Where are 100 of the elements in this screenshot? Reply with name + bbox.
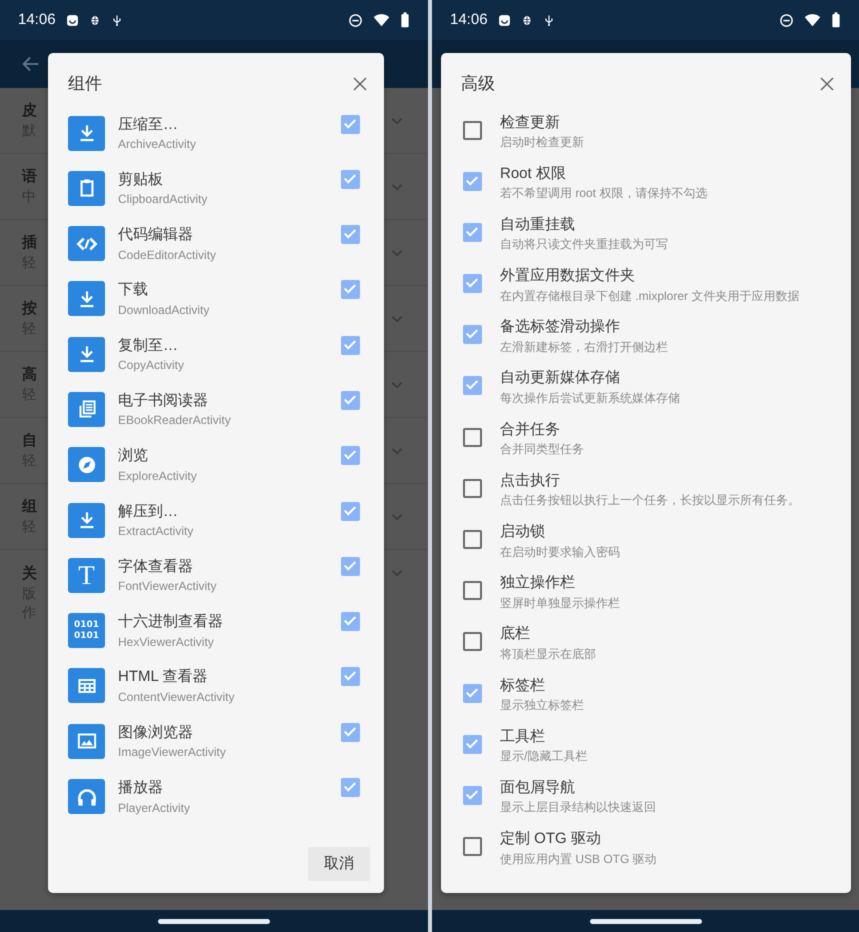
- item-subtitle: 启动时检查更新: [500, 135, 585, 151]
- headphones-icon: [68, 779, 105, 814]
- cancel-button[interactable]: 取消: [308, 846, 370, 881]
- item-title: 底栏: [500, 624, 531, 644]
- bug-icon: [520, 14, 533, 26]
- item-subtitle: 点击任务按钮以执行上一个任务，长按以显示所有任务。: [500, 493, 801, 509]
- home-indicator[interactable]: [590, 918, 702, 924]
- item-subtitle: ExtractActivity: [118, 524, 194, 540]
- setting-title: 自: [22, 430, 37, 451]
- checkbox[interactable]: [341, 446, 360, 466]
- close-button[interactable]: [352, 76, 368, 92]
- checkbox[interactable]: [463, 478, 482, 498]
- item-title: 自动重挂载: [500, 214, 576, 234]
- wifi-icon: [804, 13, 821, 27]
- checkbox[interactable]: [341, 556, 360, 576]
- item-title: 点击执行: [500, 470, 561, 490]
- checkbox[interactable]: [341, 502, 360, 521]
- checkbox[interactable]: [463, 786, 482, 805]
- checkbox[interactable]: [463, 172, 482, 191]
- item-title: HTML 查看器: [118, 667, 208, 687]
- checkbox[interactable]: [341, 114, 360, 134]
- item-title: 合并任务: [500, 420, 561, 440]
- bug-icon: [88, 14, 101, 26]
- item-subtitle: 在启动时要求输入密码: [500, 544, 621, 560]
- item-subtitle: ClipboardActivity: [118, 192, 208, 208]
- item-title: 十六进制查看器: [118, 612, 224, 632]
- item-title: 字体查看器: [118, 556, 194, 576]
- close-button[interactable]: [819, 76, 835, 92]
- checkbox[interactable]: [341, 390, 360, 410]
- checkbox[interactable]: [341, 170, 360, 189]
- item-subtitle: ArchiveActivity: [118, 137, 198, 153]
- item-subtitle: FontViewerActivity: [118, 579, 218, 595]
- item-title: 剪贴板: [118, 170, 164, 190]
- status-time: 14:06: [450, 10, 488, 30]
- item-subtitle: 合并同类型任务: [500, 442, 585, 458]
- setting-title: 关: [22, 564, 37, 584]
- compass-icon: [68, 447, 105, 482]
- checkbox[interactable]: [463, 684, 482, 703]
- checkbox[interactable]: [341, 225, 360, 244]
- item-subtitle: ImageViewerActivity: [118, 745, 227, 761]
- item-title: 定制 OTG 驱动: [500, 829, 602, 849]
- image-icon: [68, 724, 105, 759]
- item-title: 备选标签滑动操作: [500, 317, 621, 337]
- setting-title: 按: [22, 298, 37, 319]
- checkbox[interactable]: [463, 376, 482, 396]
- item-title: 播放器: [118, 778, 164, 798]
- checkbox[interactable]: [341, 778, 360, 798]
- notification-icon: [498, 14, 511, 26]
- setting-title: 高: [22, 364, 37, 385]
- download-icon: [68, 116, 105, 150]
- setting-title: 语: [22, 166, 37, 187]
- item-subtitle: 在内置存储根目录下创建 .mixplorer 文件夹用于应用数据: [500, 288, 800, 304]
- battery-icon: [400, 12, 410, 28]
- item-title: 浏览: [118, 446, 149, 466]
- checkbox[interactable]: [341, 280, 360, 300]
- checkbox[interactable]: [463, 428, 482, 447]
- checkbox[interactable]: [463, 325, 482, 344]
- download-icon: [68, 281, 105, 316]
- checkbox[interactable]: [341, 667, 360, 686]
- checkbox[interactable]: [463, 632, 482, 652]
- item-title: Root 权限: [500, 164, 567, 184]
- table-icon: [68, 668, 105, 704]
- setting-title: 组: [22, 496, 37, 517]
- item-subtitle: 竖屏时单独显示操作栏: [500, 596, 621, 612]
- checkbox[interactable]: [463, 120, 482, 140]
- item-title: 检查更新: [500, 112, 561, 132]
- item-title: 启动锁: [500, 522, 546, 542]
- item-title: 压缩至…: [118, 114, 179, 134]
- checkbox[interactable]: [463, 581, 482, 600]
- home-indicator[interactable]: [158, 918, 270, 924]
- item-subtitle: 显示上层目录结构以快速返回: [500, 800, 657, 816]
- item-title: 代码编辑器: [118, 225, 194, 245]
- item-subtitle: 左滑新建标签，右滑打开侧边栏: [500, 340, 669, 356]
- item-subtitle: ContentViewerActivity: [118, 690, 236, 706]
- font-icon: T: [68, 558, 105, 593]
- battery-icon: [831, 12, 841, 28]
- do-not-disturb-icon: [348, 12, 363, 28]
- item-subtitle: 每次操作后尝试更新系统媒体存储: [500, 390, 681, 407]
- item-subtitle: ExploreActivity: [118, 468, 198, 484]
- item-subtitle: 自动将只读文件夹重挂载为可写: [500, 237, 669, 253]
- checkbox[interactable]: [341, 612, 360, 632]
- item-title: 下载: [118, 280, 149, 300]
- item-title: 电子书阅读器: [118, 390, 209, 410]
- checkbox[interactable]: [463, 837, 482, 856]
- wifi-icon: [373, 13, 390, 27]
- item-title: 面包屑导航: [500, 778, 576, 798]
- item-subtitle: 使用应用内置 USB OTG 驱动: [500, 852, 658, 868]
- checkbox[interactable]: [463, 530, 482, 549]
- download-icon: [68, 502, 105, 538]
- checkbox[interactable]: [463, 274, 482, 294]
- item-subtitle: CodeEditorActivity: [118, 248, 218, 264]
- download-icon: [68, 336, 105, 372]
- checkbox[interactable]: [341, 336, 360, 355]
- item-title: 复制至…: [118, 336, 179, 356]
- item-subtitle: HexViewerActivity: [118, 634, 215, 650]
- item-subtitle: CopyActivity: [118, 358, 186, 374]
- checkbox[interactable]: [463, 734, 482, 754]
- usb-icon: [542, 12, 555, 28]
- checkbox[interactable]: [341, 722, 360, 742]
- checkbox[interactable]: [463, 222, 482, 242]
